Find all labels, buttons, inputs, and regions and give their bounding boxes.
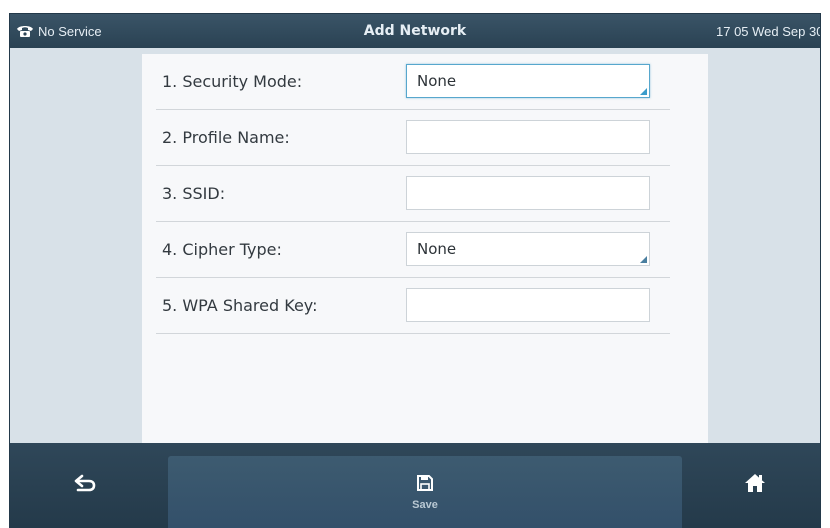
security-mode-label: 1. Security Mode: xyxy=(162,72,303,91)
form-row-cipher-type: 4. Cipher Type: None xyxy=(156,222,670,278)
form-row-wpa-shared-key: 5. WPA Shared Key: xyxy=(156,278,670,334)
cipher-type-label: 4. Cipher Type: xyxy=(162,240,282,259)
cipher-type-value: None xyxy=(417,240,457,258)
profile-name-input[interactable] xyxy=(406,120,650,154)
wpa-shared-key-label: 5. WPA Shared Key: xyxy=(162,296,318,315)
home-icon xyxy=(744,473,766,498)
cipher-type-dropdown[interactable]: None xyxy=(406,232,650,266)
save-disk-icon xyxy=(416,474,434,495)
save-button[interactable]: Save xyxy=(168,456,682,528)
page-title: Add Network xyxy=(363,23,467,39)
profile-name-label: 2. Profile Name: xyxy=(162,128,290,147)
form-row-ssid: 3. SSID: xyxy=(156,166,670,222)
dropdown-corner-icon xyxy=(640,256,647,263)
settings-panel: 1. Security Mode: None 2. Profile Name: … xyxy=(142,54,708,443)
home-button[interactable] xyxy=(690,443,820,528)
back-arrow-icon xyxy=(74,474,96,497)
date-time: 17 05 Wed Sep 30 xyxy=(716,23,820,39)
security-mode-value: None xyxy=(417,72,457,90)
form-row-profile-name: 2. Profile Name: xyxy=(156,110,670,166)
ssid-input[interactable] xyxy=(406,176,650,210)
wpa-shared-key-input[interactable] xyxy=(406,288,650,322)
softkey-bar: Save xyxy=(10,443,820,528)
form-row-security-mode: 1. Security Mode: None xyxy=(156,54,670,110)
save-label: Save xyxy=(412,498,438,511)
phone-screen: No Service Add Network 17 05 Wed Sep 30 … xyxy=(10,14,820,528)
dropdown-corner-icon xyxy=(640,88,647,95)
status-bar: No Service Add Network 17 05 Wed Sep 30 xyxy=(10,14,820,48)
main-content: 1. Security Mode: None 2. Profile Name: … xyxy=(10,48,820,443)
back-button[interactable] xyxy=(10,443,160,528)
security-mode-dropdown[interactable]: None xyxy=(406,64,650,98)
ssid-label: 3. SSID: xyxy=(162,184,226,203)
